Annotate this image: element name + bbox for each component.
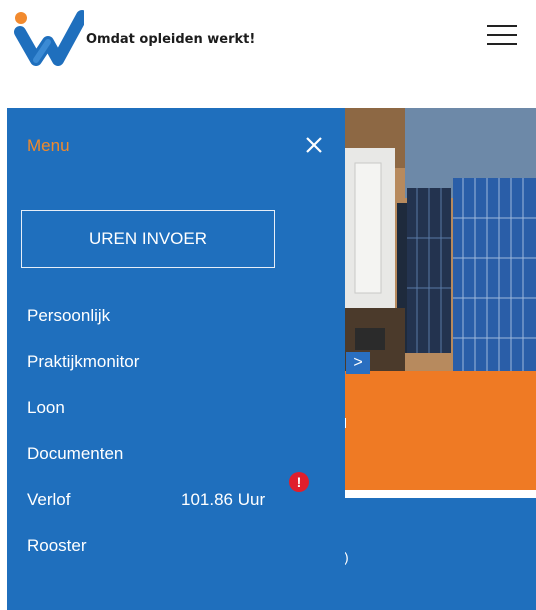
menu-item-persoonlijk[interactable]: Persoonlijk (27, 306, 110, 326)
hamburger-line (487, 34, 517, 36)
app-header: Omdat opleiden werkt! (0, 0, 536, 108)
orange-banner (345, 371, 536, 490)
divider (345, 490, 536, 498)
uren-invoer-button[interactable]: UREN INVOER (21, 210, 275, 268)
chevron-right-icon[interactable]: > (346, 352, 370, 374)
menu-item-rooster[interactable]: Rooster (27, 536, 87, 556)
menu-item-praktijkmonitor[interactable]: Praktijkmonitor (27, 352, 139, 372)
menu-item-loon[interactable]: Loon (27, 398, 65, 418)
menu-item-verlof[interactable]: Verlof (27, 490, 70, 510)
lower-blue-section (345, 498, 536, 610)
brand-logo-icon[interactable] (10, 8, 84, 66)
hamburger-menu-icon[interactable] (487, 23, 517, 45)
alert-badge-icon: ! (289, 472, 309, 492)
verlof-balance: 101.86 Uur (181, 490, 266, 509)
hamburger-line (487, 43, 517, 45)
brand-tagline: Omdat opleiden werkt! (86, 32, 256, 47)
side-menu-drawer: Menu UREN INVOER Persoonlijk Praktijkmon… (7, 108, 345, 610)
menu-title: Menu (27, 136, 70, 155)
hamburger-line (487, 25, 517, 27)
menu-item-documenten[interactable]: Documenten (27, 444, 123, 464)
close-icon[interactable] (303, 134, 325, 156)
hero-photo (345, 108, 536, 371)
